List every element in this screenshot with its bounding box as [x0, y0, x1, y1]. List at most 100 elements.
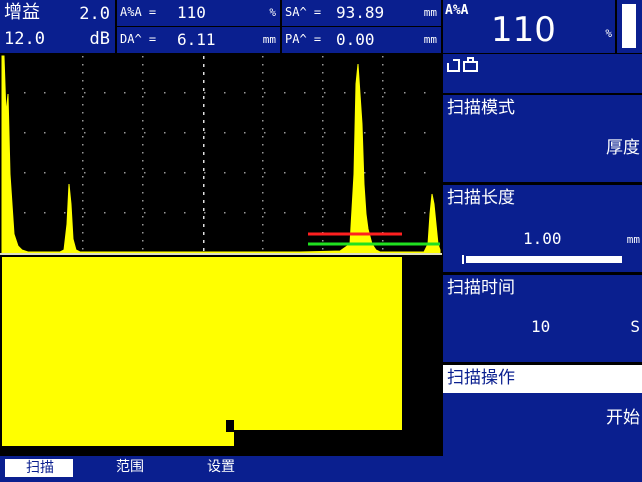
da-unit: mm — [262, 33, 276, 46]
grid-dot — [142, 200, 144, 202]
grid-dot — [142, 128, 144, 130]
profile-step-fill — [226, 432, 234, 446]
grid-dot — [344, 172, 346, 174]
gain-cell[interactable]: 增益 2.0 12.0 dB — [0, 0, 115, 53]
grid-dot — [382, 120, 384, 122]
grid-dot — [203, 72, 205, 75]
header-bar: 增益 2.0 12.0 dB A%A = 110 % DA^ = 6.11 mm… — [0, 0, 642, 54]
grid-dot — [382, 192, 384, 194]
grid-dot — [142, 144, 144, 146]
grid-dot — [203, 152, 205, 155]
grid-dot — [44, 132, 46, 134]
grid-dot — [304, 132, 306, 134]
grid-dot — [382, 152, 384, 154]
grid-dot — [82, 64, 84, 66]
grid-dot — [322, 128, 324, 130]
grid-dot — [164, 132, 166, 134]
sa-cell: SA^ = 93.89 mm — [282, 0, 441, 26]
gain-db-unit: dB — [89, 29, 110, 49]
grid-dot — [224, 172, 226, 174]
grid-dot — [204, 92, 206, 94]
grid-dot — [262, 144, 264, 146]
grid-dot — [64, 172, 66, 174]
profile-step-dark — [226, 420, 234, 432]
grid-dot — [203, 232, 205, 235]
scan-mode-item[interactable]: 扫描模式 厚度 — [443, 95, 642, 182]
grid-dot — [142, 152, 144, 154]
grid-dot — [262, 208, 264, 210]
grid-dot — [404, 172, 406, 174]
tab-scan[interactable]: 扫描 — [5, 459, 73, 477]
scan-time-unit: S — [630, 317, 640, 336]
grid-dot — [262, 64, 264, 66]
grid-dot — [364, 172, 366, 174]
grid-dot — [262, 80, 264, 82]
probe-status-icon — [447, 57, 478, 72]
grid-dot — [262, 120, 264, 122]
scan-length-label: 扫描长度 — [447, 188, 515, 208]
grid-dot — [322, 136, 324, 138]
scan-time-label: 扫描时间 — [447, 278, 515, 298]
big-readout-cell: A%A 110 % — [443, 0, 615, 53]
battery-icon — [622, 4, 636, 48]
grid-dot — [84, 212, 86, 214]
grid-dot — [142, 248, 144, 250]
grid-dot — [124, 172, 126, 174]
grid-dot — [384, 92, 386, 94]
a-pct-a-cell: A%A = 110 % — [117, 0, 280, 26]
a-scan-svg — [0, 55, 442, 446]
grid-dot — [142, 120, 144, 122]
grid-dot — [382, 128, 384, 130]
grid-dot — [82, 240, 84, 242]
grid-dot — [184, 172, 186, 174]
grid-dot — [142, 80, 144, 82]
grid-dot — [82, 152, 84, 154]
scan-length-item[interactable]: 扫描长度 1.00 mm — [443, 185, 642, 272]
grid-dot — [142, 184, 144, 186]
pa-unit: mm — [423, 33, 437, 46]
grid-dot — [82, 136, 84, 138]
scan-length-slider[interactable] — [462, 255, 627, 264]
grid-dot — [322, 96, 324, 98]
grid-dot — [44, 92, 46, 94]
grid-dot — [144, 132, 146, 134]
grid-dot — [322, 200, 324, 202]
grid-dot — [82, 120, 84, 122]
grid-dot — [142, 160, 144, 162]
grid-dot — [142, 136, 144, 138]
scan-operation-label: 扫描操作 — [447, 368, 515, 388]
scan-operation-item[interactable]: 扫描操作 开始 — [443, 365, 642, 456]
grid-dot — [142, 72, 144, 74]
a-pct-a-value: 110 — [177, 3, 206, 22]
grid-dot — [203, 160, 205, 163]
grid-dot — [424, 92, 426, 94]
grid-dot — [322, 104, 324, 106]
grid-dot — [262, 176, 264, 178]
grid-dot — [382, 136, 384, 138]
scan-time-item[interactable]: 扫描时间 10 S — [443, 275, 642, 362]
tab-range[interactable]: 范围 — [116, 460, 144, 474]
grid-dot — [324, 132, 326, 134]
a-scan-plot[interactable] — [0, 54, 442, 455]
grid-dot — [164, 172, 166, 174]
grid-dot — [382, 64, 384, 66]
grid-dot — [382, 248, 384, 250]
grid-dot — [142, 56, 144, 58]
grid-dot — [124, 212, 126, 214]
grid-dot — [262, 152, 264, 154]
grid-dot — [262, 248, 264, 250]
grid-dot — [203, 224, 205, 227]
grid-dot — [322, 80, 324, 82]
grid-dot — [203, 80, 205, 83]
tab-settings[interactable]: 设置 — [207, 460, 235, 474]
grid-dot — [203, 120, 205, 123]
grid-dot — [24, 212, 26, 214]
grid-dot — [262, 96, 264, 98]
grid-dot — [142, 168, 144, 170]
grid-dot — [262, 216, 264, 218]
thickness-profile — [2, 257, 402, 446]
grid-dot — [322, 88, 324, 90]
scan-operation-value[interactable]: 开始 — [606, 410, 640, 427]
grid-dot — [142, 240, 144, 242]
grid-dot — [382, 104, 384, 106]
